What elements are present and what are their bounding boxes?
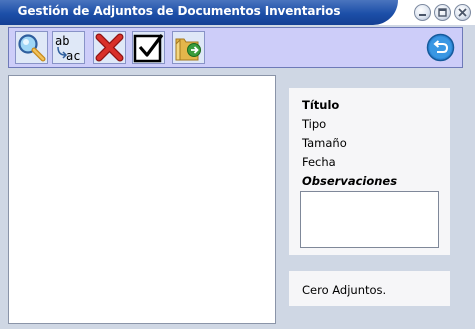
window-controls [414,4,471,21]
maximize-button[interactable] [434,4,451,21]
magnifier-icon [15,31,48,64]
maximize-icon [438,8,447,17]
minimize-icon [419,14,426,16]
svg-text:ac: ac [66,49,80,63]
back-button[interactable] [426,33,455,62]
title-tab: Gestión de Adjuntos de Documentos Invent… [0,0,398,25]
close-icon [458,8,467,17]
window-title: Gestión de Adjuntos de Documentos Invent… [17,4,341,18]
delete-button[interactable] [93,31,126,64]
title-bar[interactable]: Gestión de Adjuntos de Documentos Invent… [0,0,475,25]
attachments-window: Gestión de Adjuntos de Documentos Invent… [0,0,475,329]
undo-arrow-icon [426,33,455,62]
toolbar: ab ac [8,27,463,68]
ab-ac-rename-icon: ab ac [52,31,85,64]
observaciones-textarea[interactable] [300,191,439,248]
folder-arrow-icon [172,31,205,64]
status-panel: Cero Adjuntos. [289,271,450,306]
status-text: Cero Adjuntos. [302,283,387,297]
minimize-button[interactable] [414,4,431,21]
open-folder-button[interactable] [172,31,205,64]
rename-button[interactable]: ab ac [52,31,85,64]
checkbox-check-icon [132,31,165,64]
tamano-label: Tamaño [302,136,347,150]
red-x-icon [93,31,126,64]
titulo-label: Título [302,98,340,112]
attachments-list[interactable] [8,75,276,324]
fecha-label: Fecha [302,155,336,169]
accept-button[interactable] [132,31,165,64]
tipo-label: Tipo [302,117,327,131]
details-panel: Título Tipo Tamaño Fecha Observaciones [289,88,450,255]
close-button[interactable] [454,4,471,21]
observaciones-label: Observaciones [302,174,398,188]
svg-text:ab: ab [55,34,69,48]
search-button[interactable] [15,31,48,64]
